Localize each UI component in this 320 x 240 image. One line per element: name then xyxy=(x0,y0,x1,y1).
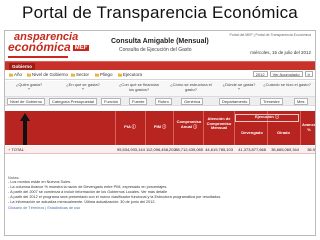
col-atencion-compromiso: Atención de Compromiso Mensual xyxy=(206,116,232,130)
col-avance: Avance % xyxy=(301,122,316,132)
btn-departamento[interactable]: Departamento xyxy=(219,98,251,105)
total-girado: 36,665,069,344 xyxy=(271,147,299,152)
site-logo[interactable]: ansparencia económica MEF xyxy=(8,32,90,60)
total-devengado: 41,373,877,668 xyxy=(238,147,266,152)
slide-title: Portal de Transparencia Económica xyxy=(22,3,298,22)
spacer xyxy=(5,155,315,175)
col-girado: Girado xyxy=(277,130,290,135)
nav-item-label: Nivel de Gobierno xyxy=(32,72,69,77)
nav-controls: 2012 Ver Acumulado Ir xyxy=(252,71,313,77)
red-band: Gobierno xyxy=(5,61,315,70)
nav-item-label: Sector xyxy=(76,72,90,77)
btn-generica[interactable]: Genérica xyxy=(181,98,204,105)
arrow-down-icon: ▼ xyxy=(27,86,31,91)
arrow-up-icon xyxy=(20,113,30,145)
arrow-down-icon: ▼ xyxy=(81,86,85,91)
logo-text-line2: económica MEF xyxy=(8,40,90,54)
question-financian: ¿Con qué se financian los gastos? xyxy=(118,82,160,92)
arrow-down-icon: ▼ xyxy=(237,86,241,91)
question-estructura: ¿Cómo se estructura el gasto? xyxy=(170,82,212,92)
col-devengado: Devengado xyxy=(241,130,263,135)
question-donde: ¿Dónde se gasta? ▼ xyxy=(219,82,259,91)
top-links[interactable]: Portal del MEF | Portal de Transparencia… xyxy=(230,33,311,37)
question-quien-gasta: ¿Quién gasta? ▼ xyxy=(9,82,49,91)
nav-item-pliego[interactable]: Pliego xyxy=(95,72,113,77)
footer-links[interactable]: Glosario de Términos | Estadísticas de u… xyxy=(8,206,308,211)
btn-mes[interactable]: Mes xyxy=(294,98,308,105)
view-select[interactable]: Ver Acumulado xyxy=(269,71,303,77)
page-title: Consulta Amigable (Mensual) xyxy=(111,38,209,45)
total-compromiso: 88,712,439,085 xyxy=(175,147,203,152)
btn-categoria-presupuestal[interactable]: Categoría Presupuestal xyxy=(49,98,98,105)
question-cuando: ¿Cuándo se hizo el gasto? xyxy=(263,82,311,87)
folder-icon xyxy=(95,72,99,77)
table-header: PIA ⓘ PIM ⓘ Compromiso Anual ⓘ Atención … xyxy=(5,111,316,145)
folder-icon xyxy=(9,72,13,77)
year-select[interactable]: 2012 xyxy=(252,71,268,77)
folder-icon xyxy=(118,72,122,77)
nav-item-label: Año xyxy=(14,72,23,77)
btn-trimestre[interactable]: Trimestre xyxy=(260,98,283,105)
breadcrumb-nav: Año Nivel de Gobierno Sector Pliego Ejec… xyxy=(5,70,315,80)
col-ejecucion[interactable]: Ejecución ⓘ xyxy=(237,114,297,120)
questions-row: ¿Quién gasta? ▼ ¿En qué se gasta? ▼ ¿Con q… xyxy=(5,81,315,96)
logo-underline xyxy=(8,56,68,58)
total-atencion: 44,619,785,103 xyxy=(205,147,233,152)
total-pia: 95,534,933,144 xyxy=(117,147,145,152)
col-pia[interactable]: PIA ⓘ xyxy=(117,124,143,130)
page-subtitle: Consulta de Ejecución del Gasto xyxy=(119,47,192,53)
btn-fuente[interactable]: Fuente xyxy=(129,98,148,105)
site-header: ansparencia económica MEF Consulta Amigab… xyxy=(5,31,315,61)
total-label: + TOTAL xyxy=(8,147,24,152)
col-pim[interactable]: PIM ⓘ xyxy=(147,124,173,130)
logo-badge: MEF xyxy=(72,44,90,51)
btn-rubro[interactable]: Rubro xyxy=(155,98,172,105)
folder-icon xyxy=(71,72,75,77)
nav-item-year[interactable]: Año xyxy=(9,72,22,77)
nav-item-label: Pliego xyxy=(100,72,113,77)
folder-icon xyxy=(27,72,31,77)
nav-item-nivel-gobierno[interactable]: Nivel de Gobierno xyxy=(27,72,68,77)
note-line: - La información se actualiza mensualmen… xyxy=(8,200,156,204)
screenshot-frame: ansparencia económica MEF Consulta Amigab… xyxy=(4,30,316,236)
nav-item-sector[interactable]: Sector xyxy=(71,72,89,77)
btn-funcion[interactable]: Función xyxy=(101,98,122,105)
dimension-buttons: Nivel de Gobierno Categoría Presupuestal… xyxy=(5,96,315,106)
total-avance: 36.9 xyxy=(307,147,315,152)
go-button[interactable]: Ir xyxy=(304,71,313,77)
tab-gobierno[interactable]: Gobierno xyxy=(9,63,35,70)
nav-item-ejecutora[interactable]: Ejecutora xyxy=(118,72,142,77)
notes-section: Notas: - Los montos están en Nuevos Sole… xyxy=(8,175,308,211)
table-row: + TOTAL 95,534,933,144 112,096,458,202 8… xyxy=(5,146,315,154)
date-text: miércoles, 15 de julio del 2012 xyxy=(250,50,311,55)
col-compromiso-anual[interactable]: Compromiso Anual ⓘ xyxy=(175,119,203,129)
total-pim: 112,096,458,202 xyxy=(146,147,176,152)
nav-item-label: Ejecutora xyxy=(123,72,143,77)
question-en-que-gasta: ¿En qué se gasta? ▼ xyxy=(61,82,105,91)
btn-nivel-gobierno[interactable]: Nivel de Gobierno xyxy=(7,98,46,105)
